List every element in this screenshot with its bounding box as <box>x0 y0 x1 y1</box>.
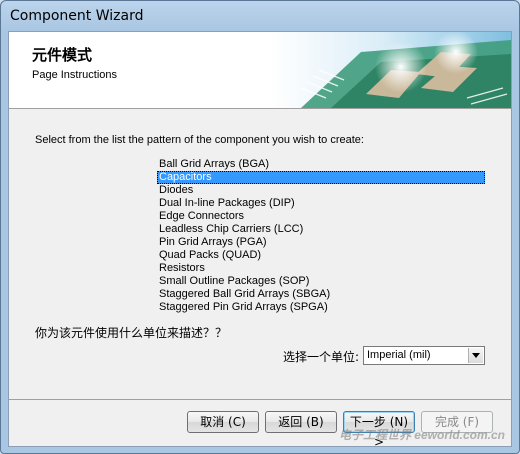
page-title: 元件模式 <box>32 46 93 64</box>
list-item[interactable]: Staggered Pin Grid Arrays (SPGA) <box>157 301 485 314</box>
list-item[interactable]: Staggered Ball Grid Arrays (SBGA) <box>157 288 485 301</box>
list-item[interactable]: Capacitors <box>157 171 485 184</box>
wizard-window: Component Wizard 元件模式 Page Instructions <box>0 0 520 454</box>
list-item[interactable]: Quad Packs (QUAD) <box>157 249 485 262</box>
watermark: 电子工程世界 eeworld.com.cn <box>338 428 505 442</box>
unit-select-value: Imperial (mil) <box>367 349 431 361</box>
cancel-button[interactable]: 取消 (C) <box>187 411 259 433</box>
list-item[interactable]: Pin Grid Arrays (PGA) <box>157 236 485 249</box>
component-pattern-list[interactable]: Ball Grid Arrays (BGA) Capacitors Diodes Du… <box>157 158 485 314</box>
wizard-body: 元件模式 Page Instructions Select from the l… <box>8 31 512 449</box>
back-button[interactable]: 返回 (B) <box>265 411 337 433</box>
unit-select[interactable]: Imperial (mil) <box>363 346 485 365</box>
list-item[interactable]: Ball Grid Arrays (BGA) <box>157 158 485 171</box>
list-item[interactable]: Small Outline Packages (SOP) <box>157 275 485 288</box>
list-item[interactable]: Edge Connectors <box>157 210 485 223</box>
list-item[interactable]: Resistors <box>157 262 485 275</box>
circuit-board-illustration <box>271 32 511 108</box>
list-item[interactable]: Diodes <box>157 184 485 197</box>
unit-label: 选择一个单位: <box>283 350 360 364</box>
unit-question: 你为该元件使用什么单位来描述？？ <box>35 326 228 340</box>
button-bar: 取消 (C) 返回 (B) 下一步 (N) > 完成 (F) 电子工程世界 ee… <box>9 399 511 449</box>
window-title: Component Wizard <box>10 8 144 24</box>
instruction-text: Select from the list the pattern of the … <box>35 134 364 146</box>
chevron-down-icon[interactable] <box>468 348 483 363</box>
list-item[interactable]: Dual In-line Packages (DIP) <box>157 197 485 210</box>
title-bar[interactable]: Component Wizard <box>1 1 519 31</box>
page-subtitle: Page Instructions <box>32 69 117 81</box>
list-item[interactable]: Leadless Chip Carriers (LCC) <box>157 223 485 236</box>
page-header: 元件模式 Page Instructions <box>9 32 511 109</box>
